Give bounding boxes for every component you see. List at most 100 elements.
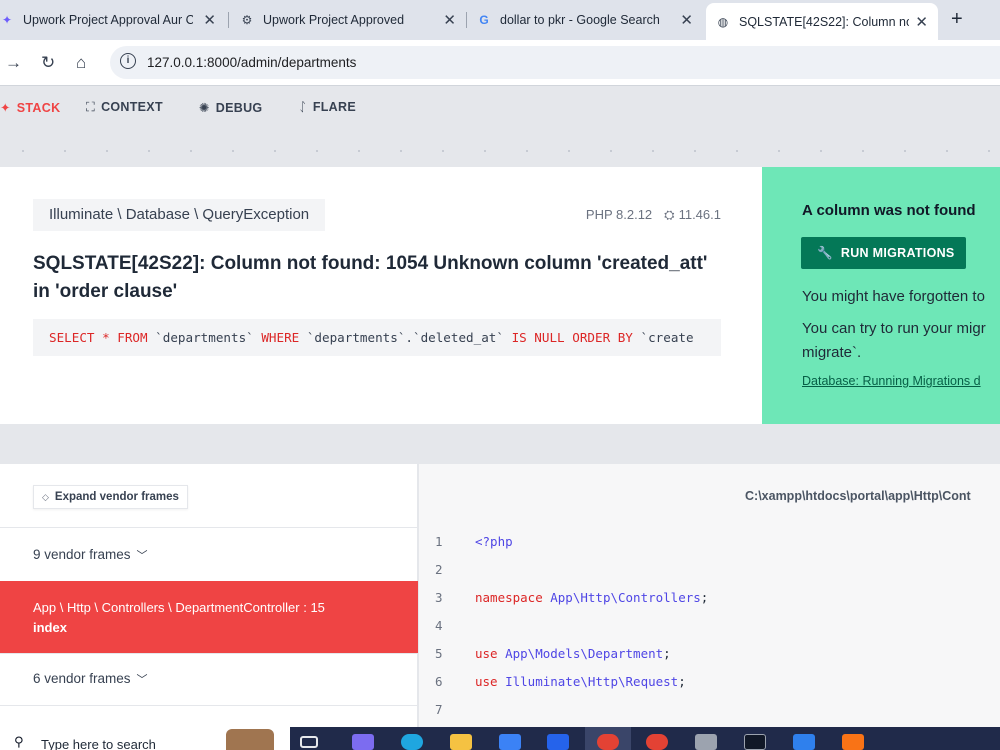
sql-keyword: ORDER BY: [572, 330, 633, 345]
error-card: Illuminate \ Database \ QueryException P…: [0, 167, 762, 424]
url-text[interactable]: 127.0.0.1:8000/admin/departments: [147, 55, 356, 70]
code-token: Illuminate\Http\Request: [497, 674, 679, 689]
terminal-icon[interactable]: [744, 734, 766, 750]
browser-tab[interactable]: ✦ Upwork Project Approval Aur C ✕: [0, 4, 224, 36]
context-icon: ⛶: [86, 100, 96, 114]
button-label: RUN MIGRATIONS: [840, 246, 955, 260]
active-frame[interactable]: App \ Http \ Controllers \ DepartmentCon…: [0, 581, 418, 653]
browser-tab[interactable]: G dollar to pkr - Google Search ✕: [477, 4, 701, 36]
solution-title: A column was not found: [802, 202, 976, 219]
run-migrations-button[interactable]: 🔧 RUN MIGRATIONS: [801, 237, 966, 269]
divider-dot: [358, 150, 360, 152]
vendor-frames-group[interactable]: 9 vendor frames ﹀: [0, 527, 418, 581]
solution-text: You might have forgotten to: [802, 288, 985, 305]
sql-query: SELECT * FROM `departments` WHERE `depar…: [33, 319, 721, 356]
divider-dot: [64, 150, 66, 152]
divider-dot: [442, 150, 444, 152]
line-text: use Illuminate\Http\Request;: [475, 674, 686, 689]
chrome-icon[interactable]: [597, 734, 619, 750]
tab-stack[interactable]: ✦ STACK: [0, 100, 60, 115]
reload-icon[interactable]: ↻: [41, 53, 55, 73]
tab-title: Upwork Project Approved: [263, 13, 405, 27]
address-bar-row: → ↻ ⌂ i 127.0.0.1:8000/admin/departments: [0, 40, 1000, 86]
code-line: 4: [419, 612, 1000, 640]
tab-label: DEBUG: [215, 101, 263, 115]
tab-context[interactable]: ⛶ CONTEXT: [86, 100, 163, 115]
code-token: <?php: [475, 534, 513, 549]
vendor-frames-count: 6 vendor frames: [33, 671, 131, 686]
divider-dot: [484, 150, 486, 152]
sql-keyword: WHERE: [261, 330, 300, 345]
store-icon[interactable]: [499, 734, 521, 750]
divider-dot: [988, 150, 990, 152]
sparkle-icon: ✦: [1, 13, 13, 27]
edge-icon[interactable]: [401, 734, 423, 750]
line-number: 2: [435, 562, 443, 577]
google-icon: G: [479, 13, 489, 27]
sql-token: `departments`.`deleted_at`: [299, 330, 512, 345]
taskbar-search[interactable]: ⚲ Type here to search: [0, 727, 290, 750]
stack-icon: ✦: [0, 101, 11, 115]
tab-title: dollar to pkr - Google Search: [500, 13, 660, 27]
divider-dot: [316, 150, 318, 152]
vscode-icon[interactable]: [793, 734, 815, 750]
code-line: 3 namespace App\Http\Controllers;: [419, 584, 1000, 612]
docs-link[interactable]: Database: Running Migrations d: [802, 374, 981, 388]
frame-row[interactable]: [0, 705, 418, 727]
frame-file: App \ Http \ Controllers \ DepartmentCon…: [33, 600, 325, 615]
close-icon[interactable]: ✕: [680, 11, 693, 29]
close-icon[interactable]: ✕: [443, 11, 456, 29]
version-info: PHP 8.2.12 ⛭ 11.46.1: [586, 207, 721, 223]
error-message: SQLSTATE[42S22]: Column not found: 1054 …: [33, 253, 708, 302]
copilot-icon[interactable]: [352, 734, 374, 750]
app-icon[interactable]: [547, 734, 569, 750]
close-icon[interactable]: ✕: [915, 13, 928, 31]
vendor-frames-label: 6 vendor frames ﹀: [33, 671, 148, 687]
divider-dot: [904, 150, 906, 152]
vendor-frames-group[interactable]: 6 vendor frames ﹀: [0, 653, 418, 705]
divider-dot: [694, 150, 696, 152]
divider-dot: [526, 150, 528, 152]
solution-text: migrate`.: [802, 344, 862, 361]
code-line: 2: [419, 556, 1000, 584]
php-version: PHP 8.2.12: [585, 207, 653, 222]
expand-vendor-frames-button[interactable]: ◇ Expand vendor frames: [33, 485, 188, 509]
button-label: Expand vendor frames: [54, 491, 179, 503]
divider-dot: [862, 150, 864, 152]
divider-dot: [232, 150, 234, 152]
code-line: 1 <?php: [419, 528, 1000, 556]
sql-text: SELECT * FROM `departments` WHERE `depar…: [49, 330, 694, 345]
sql-token: `departments`: [147, 330, 262, 345]
tab-debug[interactable]: ✺ DEBUG: [199, 100, 262, 115]
sql-keyword: FROM: [117, 330, 148, 345]
flare-icon: ᛇ: [299, 100, 307, 114]
code-snippet-panel: C:\xampp\htdocs\portal\app\Http\Cont 1 <?…: [419, 464, 1000, 727]
tab-label: STACK: [16, 101, 61, 115]
frame-method: index: [33, 620, 67, 635]
forward-icon[interactable]: →: [5, 53, 22, 73]
divider-dot: [610, 150, 612, 152]
code-line: 6 use Illuminate\Http\Request;: [419, 668, 1000, 696]
close-icon[interactable]: ✕: [203, 11, 216, 29]
new-tab-icon[interactable]: +: [951, 8, 963, 31]
chrome-icon[interactable]: [646, 734, 668, 750]
browser-tab-active[interactable]: ◍ SQLSTATE[42S22]: Column not f ✕: [706, 3, 938, 40]
stack-frames-panel: ◇ Expand vendor frames 9 vendor frames ﹀ A…: [0, 464, 418, 727]
browser-tab[interactable]: ⚙ Upwork Project Approved ✕: [240, 4, 464, 36]
line-text: namespace App\Http\Controllers;: [475, 590, 708, 605]
site-info-icon[interactable]: i: [120, 53, 136, 69]
home-icon[interactable]: ⌂: [76, 53, 86, 73]
file-explorer-icon[interactable]: [450, 734, 472, 750]
tab-flare[interactable]: ᛇ FLARE: [299, 100, 356, 114]
bug-icon: ✺: [199, 101, 210, 115]
file-path[interactable]: C:\xampp\htdocs\portal\app\Http\Cont: [745, 489, 971, 503]
divider-dot: [22, 150, 24, 152]
task-view-icon[interactable]: [300, 736, 318, 748]
tab-separator: [466, 12, 467, 28]
dotted-divider: [0, 150, 1000, 152]
url-bar[interactable]: i 127.0.0.1:8000/admin/departments: [110, 46, 1000, 79]
xampp-icon[interactable]: [842, 734, 864, 750]
solution-panel: A column was not found 🔧 RUN MIGRATIONS Y…: [762, 167, 1000, 424]
app-icon[interactable]: [695, 734, 717, 750]
sql-token: `create: [632, 330, 694, 345]
